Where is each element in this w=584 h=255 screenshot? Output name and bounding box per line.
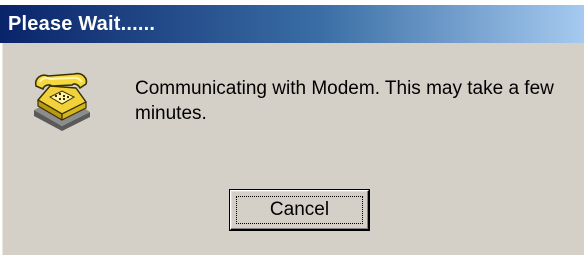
cancel-button[interactable]: Cancel bbox=[230, 190, 369, 230]
cancel-button-label: Cancel bbox=[269, 199, 330, 220]
dialog-title: Please Wait...... bbox=[8, 13, 156, 35]
window-left-border-inner bbox=[2, 43, 3, 255]
status-message: Communicating with Modem. This may take … bbox=[135, 78, 554, 124]
title-bar[interactable]: Please Wait...... bbox=[0, 5, 584, 43]
telephone-icon bbox=[34, 72, 90, 131]
please-wait-dialog: Please Wait...... Communicating with Mod… bbox=[0, 0, 584, 255]
